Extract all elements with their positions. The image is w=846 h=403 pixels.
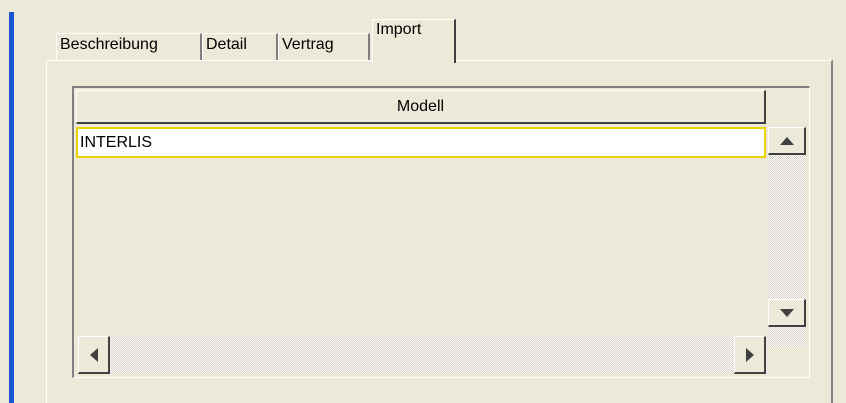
horizontal-scrollbar[interactable] [78,336,768,374]
column-header-modell[interactable]: Modell [76,90,766,124]
table-row[interactable]: INTERLIS [76,127,766,158]
triangle-left-icon [89,347,98,362]
tab-import[interactable]: Import [372,19,456,63]
scroll-left-button[interactable] [78,336,110,374]
tab-beschreibung[interactable]: Beschreibung [56,33,202,61]
scroll-up-button[interactable] [768,127,806,155]
triangle-up-icon [779,136,794,145]
tab-detail[interactable]: Detail [202,33,278,61]
triangle-right-icon [745,347,754,362]
scroll-down-button[interactable] [768,299,806,327]
triangle-down-icon [779,308,794,317]
scroll-right-button[interactable] [734,336,766,374]
header-corner [766,90,806,124]
scrollbar-corner [768,347,806,374]
left-accent-bar [9,12,14,403]
tab-vertrag[interactable]: Vertrag [278,33,370,61]
